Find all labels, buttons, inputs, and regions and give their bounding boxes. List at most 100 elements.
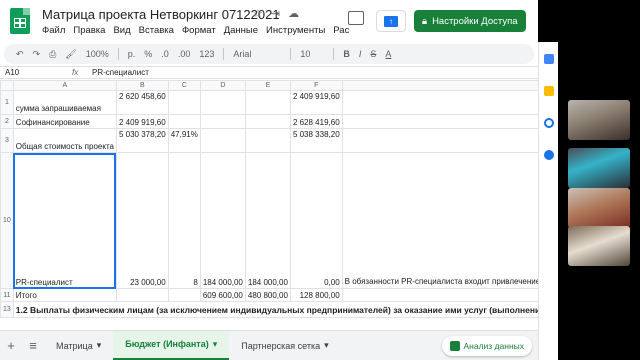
cell[interactable]: 2 409 919,60 — [289, 90, 343, 115]
cell[interactable]: 184 000,00 — [199, 152, 246, 289]
cell[interactable] — [341, 288, 538, 302]
cell[interactable] — [167, 288, 201, 302]
menu-extensions[interactable]: Рас — [333, 25, 349, 36]
comment-icon[interactable] — [348, 11, 364, 25]
cell[interactable] — [167, 90, 201, 115]
undo-icon[interactable]: ↶ — [16, 49, 24, 60]
sheet-tab-budget[interactable]: Бюджет (Инфанта) ▾ — [113, 330, 230, 360]
cell[interactable] — [244, 90, 291, 115]
cell[interactable]: 47,91% — [167, 128, 201, 153]
cell[interactable]: 2 628 419,60 — [289, 114, 343, 129]
cell[interactable]: 184 000,00 — [244, 152, 291, 289]
present-button[interactable]: ↑ — [376, 10, 406, 32]
number-format-select[interactable]: 123 — [199, 49, 214, 59]
cell[interactable] — [244, 114, 291, 129]
row-header[interactable]: 1 — [0, 90, 14, 115]
cell[interactable] — [341, 114, 538, 129]
cloud-icon[interactable]: ☁ — [288, 7, 299, 20]
decrease-decimal-button[interactable]: .0 — [161, 49, 169, 59]
explore-button[interactable]: Анализ данных — [441, 336, 532, 356]
cell[interactable]: 480 800,00 — [244, 288, 291, 302]
cell[interactable] — [341, 90, 538, 115]
column-header-e[interactable]: E — [244, 80, 291, 91]
formula-input[interactable]: PR-специалист — [92, 68, 149, 77]
tasks-icon[interactable] — [544, 118, 554, 128]
italic-button[interactable]: I — [359, 49, 362, 59]
increase-decimal-button[interactable]: .00 — [178, 49, 191, 59]
cell-description[interactable]: В обязанности PR-специалиста входит прив… — [341, 152, 538, 289]
column-header-d[interactable]: D — [199, 80, 246, 91]
zoom-select[interactable]: 100% — [86, 49, 109, 59]
move-icon[interactable]: ⇥ — [271, 7, 280, 20]
star-icon[interactable]: ☆ — [253, 7, 263, 20]
contacts-icon[interactable] — [544, 150, 554, 160]
menu-edit[interactable]: Правка — [73, 25, 105, 36]
menu-data[interactable]: Данные — [224, 25, 258, 36]
cell[interactable]: Итого — [12, 288, 117, 302]
share-button[interactable]: 🔒︎ Настройки Доступа — [414, 10, 526, 32]
font-select[interactable]: Arial — [233, 49, 281, 59]
paint-format-icon[interactable]: 🖌︎ — [65, 49, 76, 60]
row-header[interactable]: 11 — [0, 288, 14, 302]
column-header-c[interactable]: C — [167, 80, 201, 91]
cell[interactable]: 5 030 378,20 — [115, 128, 169, 153]
cell[interactable]: 2 620 458,60 — [115, 90, 169, 115]
sheet-table: A B C D E F 1 сумма запрашиваемая 2 620 … — [0, 80, 538, 318]
menu-file[interactable]: Файл — [42, 25, 65, 36]
menu-insert[interactable]: Вставка — [139, 25, 174, 36]
cell[interactable]: 8 — [167, 152, 201, 289]
column-header-g[interactable] — [341, 80, 538, 91]
cell[interactable] — [199, 90, 246, 115]
column-header-b[interactable]: B — [115, 80, 169, 91]
sheets-logo-icon[interactable] — [10, 8, 30, 34]
column-header-f[interactable]: F — [289, 80, 343, 91]
row-header[interactable]: 10 — [0, 152, 14, 289]
add-sheet-icon[interactable]: + — [0, 338, 22, 353]
calendar-icon[interactable] — [544, 54, 554, 64]
row-header[interactable]: 3 — [0, 128, 14, 153]
cell[interactable] — [341, 128, 538, 153]
explore-icon — [449, 341, 460, 351]
cell[interactable] — [244, 128, 291, 153]
cell[interactable]: 609 600,00 — [199, 288, 246, 302]
redo-icon[interactable]: ↷ — [33, 49, 41, 60]
currency-format-button[interactable]: р. — [128, 49, 136, 59]
keep-icon[interactable] — [544, 86, 554, 96]
print-icon[interactable]: ⎙ — [49, 49, 56, 60]
name-box[interactable]: A10 — [5, 68, 63, 78]
cell[interactable] — [199, 128, 246, 153]
menu-tools[interactable]: Инструменты — [266, 25, 325, 36]
menu-bar: Файл Правка Вид Вставка Формат Данные Ин… — [42, 25, 349, 36]
cell[interactable]: Софинансирование — [12, 114, 117, 129]
cell[interactable]: 5 038 338,20 — [289, 128, 343, 153]
percent-format-button[interactable]: % — [144, 49, 152, 59]
document-title[interactable]: Матрица проекта Нетворкинг 07122021 — [42, 7, 280, 22]
sheet-tab-partner-grid[interactable]: Партнерская сетка ▾ — [229, 331, 340, 360]
menu-format[interactable]: Формат — [182, 25, 216, 36]
font-size-select[interactable]: 10 — [300, 49, 324, 59]
cell[interactable]: 128 800,00 — [289, 288, 343, 302]
cell[interactable] — [167, 114, 201, 129]
cell-selected[interactable]: PR-специалист — [12, 152, 117, 289]
cell[interactable]: Общая стоимость проекта — [12, 128, 117, 153]
cell[interactable] — [199, 114, 246, 129]
column-header-a[interactable]: A — [12, 80, 117, 91]
cell[interactable]: 0,00 — [289, 152, 343, 289]
share-label: Настройки Доступа — [432, 15, 518, 27]
cell[interactable]: 2 409 919,60 — [115, 114, 169, 129]
sheet-tab-matrix[interactable]: Матрица ▾ — [44, 331, 113, 360]
cell[interactable]: сумма запрашиваемая — [12, 90, 117, 115]
text-color-button[interactable]: A — [385, 49, 391, 59]
cell[interactable]: 23 000,00 — [115, 152, 169, 289]
bold-button[interactable]: B — [343, 49, 350, 59]
menu-view[interactable]: Вид — [113, 25, 130, 36]
sheet-list-icon[interactable]: ≡ — [22, 338, 44, 353]
spreadsheet-grid[interactable]: A B C D E F 1 сумма запрашиваемая 2 620 … — [0, 80, 538, 328]
select-all-corner[interactable] — [0, 80, 14, 91]
section-heading-cell[interactable]: 1.2 Выплаты физическим лицам (за исключе… — [12, 301, 538, 318]
participant-video-tile — [568, 188, 630, 228]
cell[interactable] — [115, 288, 169, 302]
strikethrough-button[interactable]: S — [370, 49, 376, 59]
row-header[interactable]: 13 — [0, 301, 14, 318]
row-header[interactable]: 2 — [0, 114, 14, 129]
